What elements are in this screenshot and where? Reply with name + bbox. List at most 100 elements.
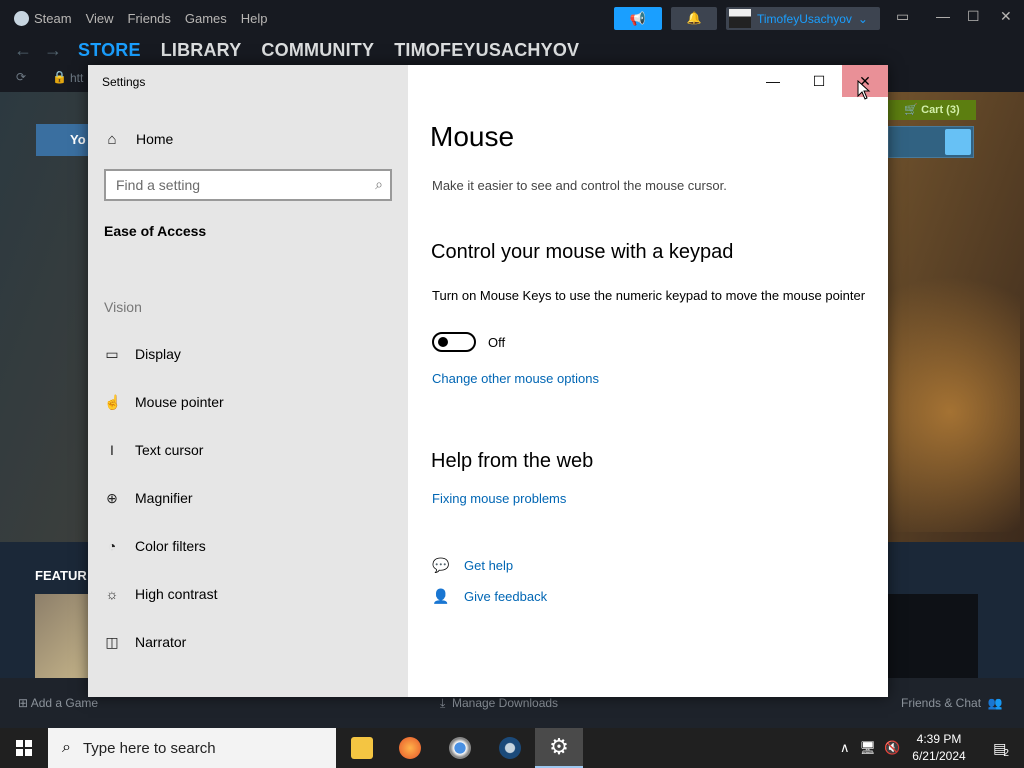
firefox-icon	[399, 737, 421, 759]
network-icon[interactable]: 🖥	[860, 740, 877, 756]
steam-menu-steam[interactable]: Steam	[14, 10, 72, 26]
steam-menu-help[interactable]: Help	[241, 11, 268, 26]
forward-arrow-icon[interactable]: →	[44, 40, 64, 61]
sidebar-item-home[interactable]: ⌂ Home	[104, 129, 173, 149]
notification-center-button[interactable]: ▤ 2	[978, 728, 1024, 768]
sidebar-item-label: Mouse pointer	[135, 394, 224, 410]
narrator-icon: ◫	[105, 633, 119, 650]
folder-icon	[351, 737, 373, 759]
sidebar-item-label: Magnifier	[135, 490, 193, 506]
taskbar-search[interactable]: ⌕ Type here to search	[48, 728, 336, 768]
mouse-keys-toggle[interactable]	[432, 332, 476, 352]
find-setting-input[interactable]	[106, 171, 356, 199]
back-arrow-icon[interactable]: ←	[14, 40, 34, 61]
page-title: Mouse	[430, 121, 515, 152]
your-store-label: Yo	[70, 132, 86, 147]
sidebar-item-mouse-pointer[interactable]: ☝ Mouse pointer	[104, 390, 224, 414]
search-icon[interactable]	[945, 129, 971, 155]
clock-date: 6/21/2024	[912, 749, 966, 763]
chevron-up-icon[interactable]: ∧	[840, 740, 850, 756]
steam-menu-view[interactable]: View	[86, 11, 114, 26]
lock-icon: 🔒	[52, 70, 67, 84]
sidebar-item-label: Narrator	[135, 634, 187, 650]
search-icon[interactable]: ⌕	[375, 176, 383, 193]
username: TimofeyUsachyov	[757, 11, 852, 26]
volume-muted-icon[interactable]: 🔇	[884, 740, 900, 756]
settings-content: — ☐ ✕ Mouse Make it easier to see and co…	[408, 65, 888, 697]
sidebar-item-label: Display	[135, 346, 181, 362]
steam-menu-games[interactable]: Games	[185, 11, 227, 26]
start-button[interactable]	[0, 728, 48, 768]
steam-menu-label: Steam	[34, 10, 72, 26]
tab-profile[interactable]: TIMOFEYUSACHYOV	[394, 40, 579, 61]
mouse-pointer-icon: ☝	[104, 393, 122, 410]
sidebar-item-label: Home	[136, 131, 174, 147]
featured-label: FEATUR	[35, 568, 87, 583]
settings-app[interactable]: ⚙	[535, 728, 583, 768]
mouse-keys-description: Turn on Mouse Keys to use the numeric ke…	[432, 288, 866, 303]
section-heading: Ease of Access	[104, 223, 207, 239]
color-filters-icon: ◔	[107, 538, 117, 554]
help-heading: Help from the web	[431, 450, 594, 472]
user-menu-button[interactable]: TimofeyUsachyov ⌄	[726, 7, 880, 30]
change-mouse-options-link[interactable]: Change other mouse options	[432, 371, 599, 386]
add-game-label: Add a Game	[30, 696, 99, 710]
steam-menu-friends[interactable]: Friends	[128, 11, 171, 26]
sidebar-item-display[interactable]: ▭ Display	[104, 342, 181, 366]
featured-card[interactable]	[888, 594, 978, 678]
give-feedback-link[interactable]: 👤 Give feedback	[432, 586, 547, 606]
fixing-mouse-problems-link[interactable]: Fixing mouse problems	[432, 491, 566, 506]
high-contrast-icon: ☼	[105, 586, 119, 602]
big-picture-icon[interactable]: ▭	[896, 8, 909, 25]
featured-card[interactable]	[35, 594, 95, 678]
add-game-button[interactable]: ⊞ Add a Game	[18, 696, 98, 710]
url-text[interactable]: htt	[70, 71, 83, 85]
sidebar-item-label: Text cursor	[135, 442, 204, 458]
find-setting-box: ⌕	[104, 169, 392, 201]
cart-label: Cart (3)	[921, 104, 960, 116]
chevron-down-icon: ⌄	[857, 11, 868, 26]
get-help-label: Get help	[464, 557, 514, 573]
maximize-button[interactable]: ☐	[796, 65, 842, 97]
sidebar-item-magnifier[interactable]: ⊕ Magnifier	[104, 486, 193, 510]
broadcast-button[interactable]: 📢	[614, 7, 662, 30]
plus-icon: ⊞	[18, 696, 29, 710]
sidebar-item-text-cursor[interactable]: I Text cursor	[104, 438, 203, 462]
sidebar-item-color-filters[interactable]: ◔ Color filters	[104, 534, 206, 558]
steam-maximize-icon[interactable]: ☐	[967, 8, 980, 25]
steam-app[interactable]	[486, 728, 534, 768]
system-clock[interactable]: 4:39 PM 6/21/2024	[906, 731, 972, 765]
magnifier-icon: ⊕	[106, 489, 118, 506]
get-help-link[interactable]: 💬 Get help	[432, 555, 513, 575]
steam-close-icon[interactable]: ✕	[1000, 8, 1012, 25]
mouse-cursor-icon	[857, 80, 871, 100]
sidebar-item-high-contrast[interactable]: ☼ High contrast	[104, 582, 218, 606]
reload-icon[interactable]: ⟳	[16, 70, 26, 84]
firefox-app[interactable]	[386, 728, 434, 768]
page-description: Make it easier to see and control the mo…	[432, 178, 727, 193]
search-icon: ⌕	[62, 739, 71, 756]
cart-button[interactable]: 🛒 Cart (3)	[888, 100, 976, 120]
chrome-app[interactable]	[436, 728, 484, 768]
download-icon: ⤓	[440, 696, 446, 710]
settings-window: Settings ⌂ Home ⌕ Ease of Access Vision …	[88, 65, 888, 697]
group-heading: Vision	[104, 299, 142, 315]
store-search-box[interactable]	[888, 126, 974, 158]
cart-icon: 🛒	[904, 104, 919, 116]
file-explorer-app[interactable]	[338, 728, 386, 768]
steam-minimize-icon[interactable]: —	[936, 8, 950, 24]
notifications-button[interactable]: 🔔	[671, 7, 717, 30]
notification-badge: 2	[1003, 747, 1009, 759]
windows-icon	[16, 740, 32, 756]
sidebar-item-narrator[interactable]: ◫ Narrator	[104, 630, 186, 654]
manage-downloads-button[interactable]: ⤓ Manage Downloads	[440, 696, 558, 711]
tab-store[interactable]: STORE	[78, 40, 141, 61]
minimize-icon: —	[766, 73, 780, 89]
tab-library[interactable]: LIBRARY	[161, 40, 242, 61]
friends-chat-button[interactable]: Friends & Chat 👥	[901, 696, 1003, 710]
avatar	[729, 9, 751, 28]
tab-community[interactable]: COMMUNITY	[261, 40, 374, 61]
your-store-tab[interactable]: Yo	[36, 124, 96, 156]
minimize-button[interactable]: —	[750, 65, 796, 97]
window-title: Settings	[102, 75, 146, 89]
